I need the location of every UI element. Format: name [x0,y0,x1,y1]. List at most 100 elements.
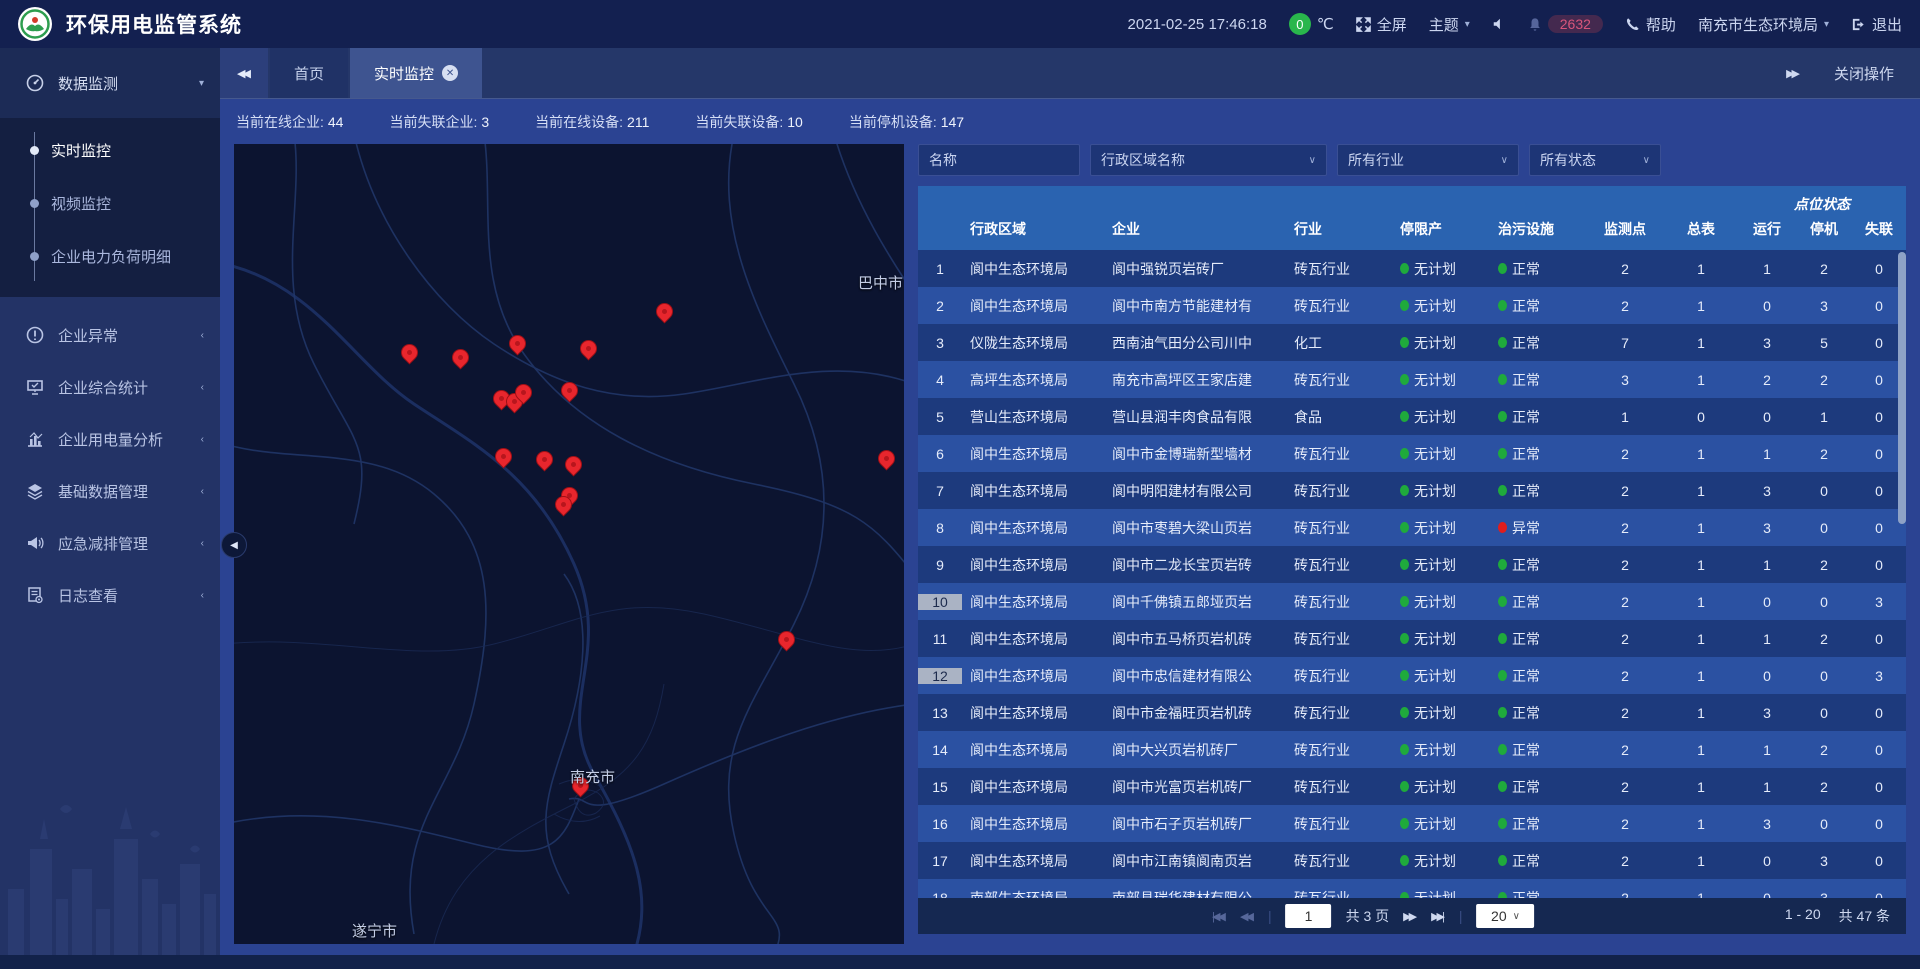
cell-idx: 15 [918,779,962,795]
cell-lost: 0 [1852,890,1906,899]
table-row[interactable]: 5营山生态环境局营山县润丰肉食品有限食品无计划正常10010 [918,398,1906,435]
status-dot-icon [1400,596,1409,607]
table-row[interactable]: 15阆中生态环境局阆中市光富页岩机砖厂砖瓦行业无计划正常21120 [918,768,1906,805]
chevron-left-icon: ‹ [201,486,204,497]
sidebar-item-power-load-detail[interactable]: 企业电力负荷明细 [0,230,220,283]
tabs-scroll-right-button[interactable]: ▶▶ [1786,67,1800,80]
sidebar-item-video-monitoring[interactable]: 视频监控 [0,177,220,230]
cell-points: 2 [1586,816,1664,832]
table-row[interactable]: 14阆中生态环境局阆中大兴页岩机砖厂砖瓦行业无计划正常21120 [918,731,1906,768]
sidebar-item-log-view[interactable]: 日志查看 ‹ [0,569,220,621]
cell-region: 阆中生态环境局 [962,814,1104,834]
cell-company: 阆中市忠信建材有限公 [1104,666,1286,686]
table-row[interactable]: 11阆中生态环境局阆中市五马桥页岩机砖砖瓦行业无计划正常21120 [918,620,1906,657]
sidebar-item-emergency-reduction[interactable]: 应急减排管理 ‹ [0,517,220,569]
table-row[interactable]: 8阆中生态环境局阆中市枣碧大梁山页岩砖瓦行业无计划异常21300 [918,509,1906,546]
theme-dropdown[interactable]: 主题 ▾ [1429,14,1470,35]
cell-lost: 0 [1852,779,1906,795]
previous-page-button[interactable]: ◀◀ [1240,910,1254,923]
status-dot-icon [1400,263,1409,274]
map-roads-layer [234,144,904,944]
cell-company: 西南油气田分公司川中 [1104,333,1286,353]
table-row[interactable]: 12阆中生态环境局阆中市忠信建材有限公砖瓦行业无计划正常21003 [918,657,1906,694]
map-collapse-handle[interactable]: ◀ [221,532,247,558]
status-dot-icon [1400,448,1409,459]
close-tab-icon[interactable]: ✕ [442,65,458,81]
table-row[interactable]: 7阆中生态环境局阆中明阳建材有限公司砖瓦行业无计划正常21300 [918,472,1906,509]
table-row[interactable]: 9阆中生态环境局阆中市二龙长宝页岩砖砖瓦行业无计划正常21120 [918,546,1906,583]
status-lost-devices: 当前失联设备:10 [695,112,802,132]
table-row[interactable]: 16阆中生态环境局阆中市石子页岩机砖厂砖瓦行业无计划正常21300 [918,805,1906,842]
region-filter-select[interactable]: 行政区域名称 ∨ [1090,144,1327,176]
table-row[interactable]: 6阆中生态环境局阆中市金博瑞新型墙材砖瓦行业无计划正常21120 [918,435,1906,472]
chevron-left-icon: ‹ [201,538,204,549]
logout-button[interactable]: 退出 [1851,14,1902,35]
first-page-button[interactable]: |◀◀ [1212,910,1226,923]
help-button[interactable]: 帮助 [1625,14,1676,35]
sidebar-item-realtime-monitoring[interactable]: 实时监控 [0,124,220,177]
status-filter-select[interactable]: 所有状态 ∨ [1529,144,1661,176]
cell-halt: 2 [1796,742,1852,758]
cell-stop: 无计划 [1392,851,1490,871]
map-panel[interactable]: ◀ 巴中市南充市遂宁市 [234,144,904,944]
column-header-facility: 治污设施 [1490,186,1586,250]
status-dot-icon [1400,300,1409,311]
tab-home[interactable]: 首页 [270,48,348,98]
page-number-input[interactable] [1286,904,1332,928]
sidebar-item-base-data-management[interactable]: 基础数据管理 ‹ [0,465,220,517]
cell-facility: 正常 [1490,703,1586,723]
table-row[interactable]: 10阆中生态环境局阆中千佛镇五郎垭页岩砖瓦行业无计划正常21003 [918,583,1906,620]
cell-stop: 无计划 [1392,592,1490,612]
bottom-strip [0,955,1920,969]
sidebar-item-power-usage-analysis[interactable]: 企业用电量分析 ‹ [0,413,220,465]
tabs-scroll-left-button[interactable]: ◀◀ [220,48,268,98]
table-scrollbar[interactable] [1898,252,1906,524]
cell-points: 2 [1586,557,1664,573]
cell-points: 2 [1586,520,1664,536]
tab-bar: ◀◀ 首页 实时监控 ✕ ▶▶ 关闭操作 [220,48,1920,98]
sidebar-item-data-monitoring[interactable]: 数据监测 ▾ [0,48,220,118]
table-row[interactable]: 13阆中生态环境局阆中市金福旺页岩机砖砖瓦行业无计划正常21300 [918,694,1906,731]
cell-run: 1 [1738,631,1796,647]
sidebar-item-enterprise-statistics[interactable]: 企业综合统计 ‹ [0,361,220,413]
table-row[interactable]: 1阆中生态环境局阆中强锐页岩砖厂砖瓦行业无计划正常21120 [918,250,1906,287]
last-page-button[interactable]: ▶▶| [1431,910,1445,923]
cell-idx: 1 [918,261,962,277]
status-lost-enterprises: 当前失联企业:3 [389,112,489,132]
cell-facility: 异常 [1490,518,1586,538]
status-dot-icon [1498,707,1507,718]
total-count-label: 共 47 条 [1839,906,1890,926]
cell-facility: 正常 [1490,407,1586,427]
table-row[interactable]: 2阆中生态环境局阆中市南方节能建材有砖瓦行业无计划正常21030 [918,287,1906,324]
chevron-left-icon: ◀ [230,540,238,551]
cell-lost: 3 [1852,594,1906,610]
mute-button[interactable] [1492,17,1506,31]
table-row[interactable]: 4高坪生态环境局南充市高坪区王家店建砖瓦行业无计划正常31220 [918,361,1906,398]
notification-indicator[interactable]: 2632 [1528,15,1603,33]
cell-idx: 6 [918,446,962,462]
sidebar-item-enterprise-abnormal[interactable]: 企业异常 ‹ [0,309,220,361]
table-row[interactable]: 3仪陇生态环境局西南油气田分公司川中化工无计划正常71350 [918,324,1906,361]
cell-region: 营山生态环境局 [962,407,1104,427]
org-dropdown[interactable]: 南充市生态环境局 ▾ [1698,14,1829,35]
cell-halt: 3 [1796,890,1852,899]
cell-meter: 1 [1664,594,1738,610]
status-dot-icon [1400,374,1409,385]
name-filter-input[interactable] [918,144,1080,176]
cell-stop: 无计划 [1392,555,1490,575]
table-row[interactable]: 18南部生态环境局南部县瑞华建材有限公砖瓦行业无计划正常21030 [918,879,1906,898]
cell-industry: 砖瓦行业 [1286,851,1392,871]
table-row[interactable]: 17阆中生态环境局阆中市江南镇阆南页岩砖瓦行业无计划正常21030 [918,842,1906,879]
page-size-select[interactable]: 20 ∨ [1477,904,1535,928]
next-page-button[interactable]: ▶▶ [1403,910,1417,923]
close-operations-dropdown[interactable]: 关闭操作 [1834,63,1894,84]
tab-realtime-monitoring[interactable]: 实时监控 ✕ [350,48,482,98]
megaphone-icon [26,534,44,552]
status-dot-icon [1498,485,1507,496]
fullscreen-button[interactable]: 全屏 [1356,14,1407,35]
status-dot-icon [1498,337,1507,348]
cell-facility: 正常 [1490,888,1586,899]
industry-filter-select[interactable]: 所有行业 ∨ [1337,144,1519,176]
cell-stop: 无计划 [1392,333,1490,353]
page-title: 环保用电监管系统 [66,9,242,39]
